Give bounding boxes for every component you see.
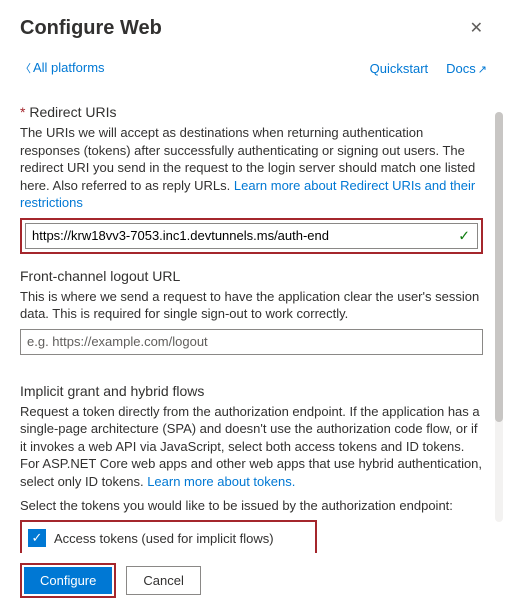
cancel-button[interactable]: Cancel (126, 566, 200, 595)
access-tokens-checkbox[interactable]: ✓ (28, 529, 46, 547)
docs-label: Docs (446, 61, 476, 76)
token-checkbox-highlight: ✓ Access tokens (used for implicit flows… (20, 520, 317, 554)
configure-button[interactable]: Configure (24, 567, 112, 594)
implicit-desc: Request a token directly from the author… (20, 403, 483, 491)
content-scroll[interactable]: Redirect URIs The URIs we will accept as… (0, 92, 507, 554)
tokens-learn-link[interactable]: Learn more about tokens. (147, 474, 295, 489)
logout-url-desc: This is where we send a request to have … (20, 288, 483, 323)
logout-url-input[interactable] (20, 329, 483, 355)
redirect-uris-desc: The URIs we will accept as destinations … (20, 124, 483, 212)
docs-link[interactable]: Docs↗ (446, 61, 487, 76)
redirect-uri-highlight: ✓ (20, 218, 483, 254)
redirect-uri-input[interactable] (25, 223, 478, 249)
quickstart-link[interactable]: Quickstart (370, 61, 429, 76)
access-tokens-label: Access tokens (used for implicit flows) (54, 531, 274, 546)
select-tokens-prompt: Select the tokens you would like to be i… (20, 497, 483, 515)
redirect-uris-heading: Redirect URIs (20, 104, 483, 120)
implicit-heading: Implicit grant and hybrid flows (20, 383, 483, 399)
scrollbar-track[interactable] (495, 112, 503, 522)
configure-button-highlight: Configure (20, 563, 116, 598)
panel-title: Configure Web (20, 17, 162, 40)
access-tokens-row[interactable]: ✓ Access tokens (used for implicit flows… (28, 526, 309, 550)
scrollbar-thumb[interactable] (495, 112, 503, 422)
external-link-icon: ↗ (478, 64, 487, 76)
close-icon[interactable]: ✕ (466, 14, 487, 42)
back-link-label: All platforms (33, 60, 105, 75)
back-all-platforms-link[interactable]: 〈All platforms (20, 60, 105, 76)
chevron-left-icon: 〈 (20, 63, 31, 75)
logout-url-heading: Front-channel logout URL (20, 268, 483, 284)
